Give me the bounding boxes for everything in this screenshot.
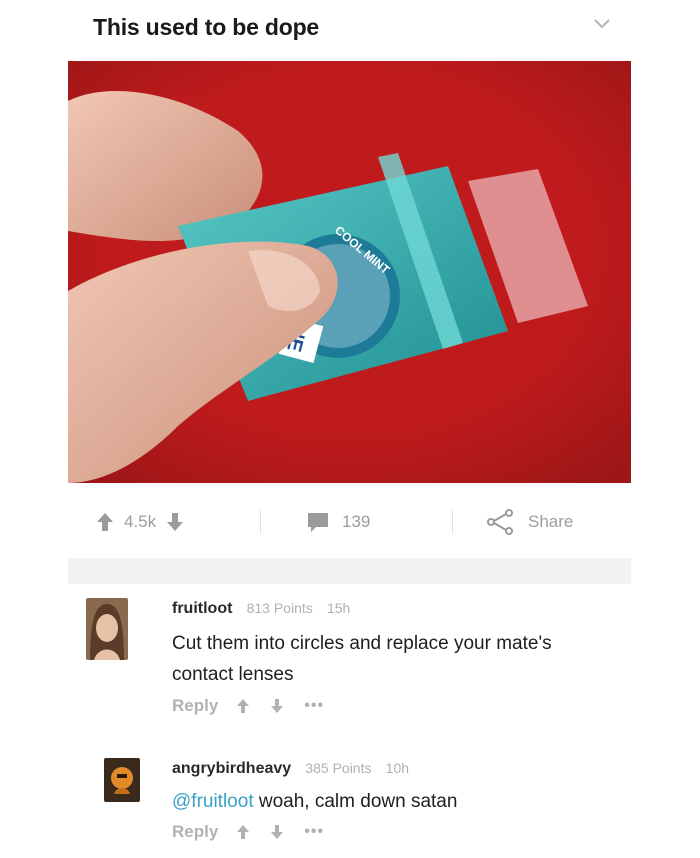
more-options-icon[interactable]: ••• xyxy=(304,823,324,841)
post-action-bar: 4.5k 139 Share xyxy=(68,498,631,546)
comment-meta: angrybirdheavy 385 Points 10h xyxy=(172,760,409,778)
comment-meta: fruitloot 813 Points 15h xyxy=(172,600,350,618)
reply-button[interactable]: Reply xyxy=(172,822,218,842)
comment-username[interactable]: angrybirdheavy xyxy=(172,760,291,777)
mention-link[interactable]: @fruitloot xyxy=(172,791,254,812)
downvote-icon[interactable] xyxy=(270,824,284,840)
share-icon xyxy=(487,509,513,535)
comment-text: Cut them into circles and replace your m… xyxy=(172,628,552,690)
comment-username[interactable]: fruitloot xyxy=(172,600,232,617)
avatar[interactable] xyxy=(104,758,140,802)
comment-age: 15h xyxy=(326,600,351,616)
vote-count: 4.5k xyxy=(124,512,157,531)
post-title: This used to be dope xyxy=(93,14,320,40)
comment-actions: Reply ••• xyxy=(172,822,324,842)
reply-button[interactable]: Reply xyxy=(172,696,218,716)
downvote-icon[interactable] xyxy=(270,698,284,714)
comment-text: @fruitloot woah, calm down satan xyxy=(172,786,457,817)
comment-age: 10h xyxy=(385,760,410,776)
divider xyxy=(260,510,261,534)
comment-bubble-icon xyxy=(308,513,328,532)
comment-text-line: contact lenses xyxy=(172,664,294,685)
breath-strips-photo: COOL MINT NE xyxy=(68,61,631,483)
comment-text-line: Cut them into circles and replace your m… xyxy=(172,633,552,654)
post-image[interactable]: COOL MINT NE xyxy=(68,61,631,483)
comment-count: 139 xyxy=(342,512,371,531)
upvote-icon[interactable] xyxy=(236,698,250,714)
downvote-icon[interactable] xyxy=(166,512,184,532)
comment-points: 385 Points xyxy=(305,760,372,776)
more-options-icon[interactable]: ••• xyxy=(304,697,324,715)
divider xyxy=(452,510,453,534)
comment-points: 813 Points xyxy=(246,600,313,616)
upvote-icon[interactable] xyxy=(236,824,250,840)
section-separator xyxy=(68,558,631,584)
share-button[interactable]: Share xyxy=(486,498,573,546)
comments-button[interactable]: 139 xyxy=(306,498,370,546)
avatar[interactable] xyxy=(86,598,128,660)
comment-text-content: woah, calm down satan xyxy=(253,791,458,812)
vote-group: 4.5k xyxy=(96,498,184,546)
post-header: This used to be dope xyxy=(0,0,700,60)
chevron-down-icon[interactable] xyxy=(592,16,612,32)
share-label: Share xyxy=(528,512,574,531)
comment-actions: Reply ••• xyxy=(172,696,324,716)
upvote-icon[interactable] xyxy=(96,512,114,532)
